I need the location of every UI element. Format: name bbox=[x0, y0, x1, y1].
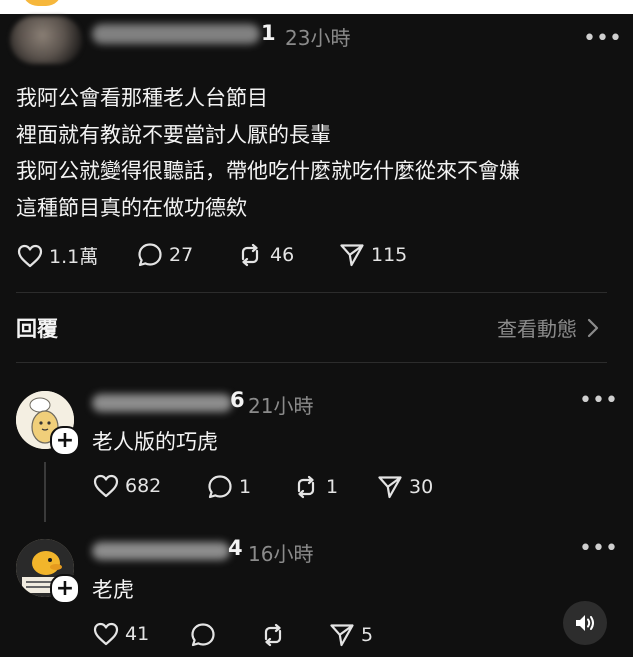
author-avatar[interactable] bbox=[10, 16, 82, 64]
comment-icon bbox=[138, 243, 162, 267]
more-icon[interactable]: ••• bbox=[579, 390, 618, 412]
share-count: 115 bbox=[371, 244, 408, 266]
thread-line bbox=[44, 462, 46, 522]
post-text: 我阿公會看那種老人台節目裡面就有教說不要當討人厭的長輩我阿公就變得很聽話，帶他吃… bbox=[16, 80, 616, 226]
heart-icon bbox=[93, 622, 119, 646]
like-button[interactable]: 682 bbox=[93, 474, 161, 498]
post-line: 這種節目真的在做功德欸 bbox=[16, 195, 247, 220]
repost-icon bbox=[297, 475, 315, 499]
share-button[interactable]: 115 bbox=[339, 242, 407, 268]
send-icon bbox=[378, 476, 402, 499]
repost-count: 46 bbox=[270, 244, 295, 266]
reply-text: 老人版的巧虎 bbox=[92, 430, 218, 454]
author-name-redacted[interactable] bbox=[92, 24, 260, 44]
reply-text: 老虎 bbox=[92, 578, 134, 602]
reply-author-suffix[interactable]: 6 bbox=[230, 388, 245, 412]
heart-icon bbox=[93, 474, 119, 498]
share-count: 30 bbox=[409, 476, 434, 498]
speaker-icon bbox=[576, 615, 594, 631]
reply-author-redacted[interactable] bbox=[92, 542, 230, 560]
comment-count: 1 bbox=[239, 476, 252, 498]
share-count: 5 bbox=[361, 624, 374, 646]
comment-button[interactable]: 1 bbox=[207, 474, 251, 500]
more-icon[interactable]: ••• bbox=[579, 538, 618, 560]
comment-icon bbox=[208, 475, 232, 499]
repost-icon bbox=[241, 243, 259, 267]
view-activity-link[interactable]: 查看動態 bbox=[497, 313, 599, 342]
comment-count: 27 bbox=[169, 244, 194, 266]
follow-plus-icon[interactable]: + bbox=[50, 574, 80, 604]
reply-author-suffix[interactable]: 4 bbox=[228, 536, 243, 560]
status-strip bbox=[0, 0, 633, 14]
author-name-suffix[interactable]: 1 bbox=[261, 21, 276, 45]
comment-button[interactable] bbox=[190, 622, 216, 648]
repost-count: 1 bbox=[326, 476, 339, 498]
divider bbox=[16, 292, 607, 293]
post-line: 我阿公就變得很聽話，帶他吃什麼就吃什麼從來不會嫌 bbox=[16, 159, 520, 183]
more-icon[interactable]: ••• bbox=[583, 28, 622, 50]
reply-timestamp: 16小時 bbox=[248, 542, 314, 566]
reply-timestamp: 21小時 bbox=[248, 394, 314, 418]
repost-button[interactable]: 46 bbox=[236, 242, 294, 268]
post-line: 我阿公會看那種老人台節目 bbox=[16, 86, 268, 110]
heart-icon bbox=[17, 244, 43, 267]
repost-icon bbox=[264, 623, 282, 647]
reply-author-redacted[interactable] bbox=[92, 394, 232, 412]
like-button[interactable]: 1.1萬 bbox=[17, 242, 98, 269]
view-activity-label: 查看動態 bbox=[497, 317, 577, 341]
chevron-right-icon bbox=[587, 318, 599, 337]
post-timestamp: 23小時 bbox=[285, 26, 351, 50]
follow-plus-icon[interactable]: + bbox=[50, 426, 80, 456]
repost-button[interactable]: 1 bbox=[292, 474, 338, 500]
audio-toggle-button[interactable] bbox=[563, 601, 607, 645]
divider bbox=[16, 362, 607, 363]
comment-button[interactable]: 27 bbox=[137, 242, 193, 268]
send-icon bbox=[330, 624, 354, 647]
repost-button[interactable] bbox=[259, 622, 287, 648]
comment-icon bbox=[191, 623, 215, 647]
share-button[interactable]: 30 bbox=[377, 474, 433, 500]
share-button[interactable]: 5 bbox=[329, 622, 373, 648]
send-icon bbox=[340, 244, 364, 267]
emoji-fragment bbox=[22, 0, 62, 6]
like-count: 1.1萬 bbox=[49, 246, 99, 268]
post-line: 裡面就有教說不要當討人厭的長輩 bbox=[16, 122, 331, 147]
replies-heading: 回覆 bbox=[16, 317, 58, 341]
like-count: 41 bbox=[125, 623, 150, 645]
like-count: 682 bbox=[125, 475, 162, 497]
like-button[interactable]: 41 bbox=[93, 622, 149, 646]
